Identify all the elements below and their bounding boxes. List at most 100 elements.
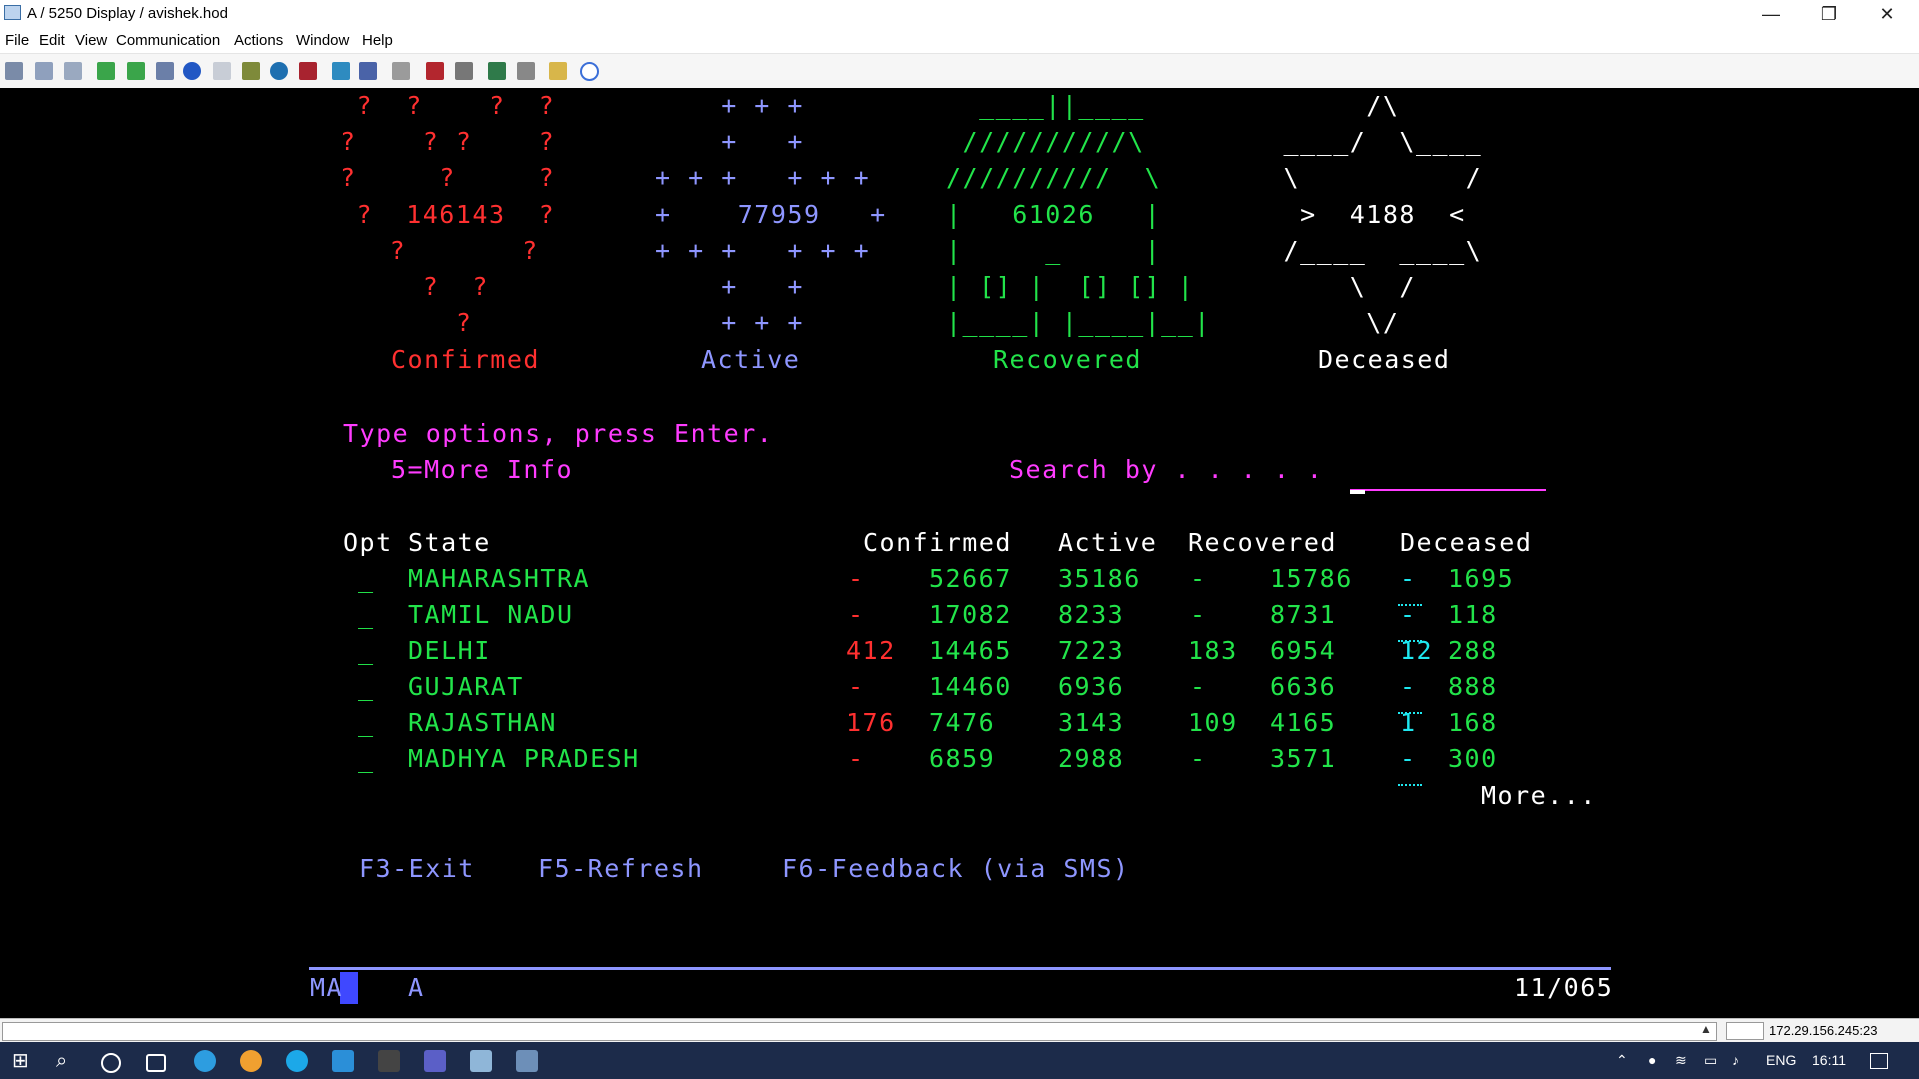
option-field[interactable]: _ [358,708,375,738]
menu-help[interactable]: Help [362,32,393,49]
record-icon[interactable] [299,62,317,80]
recovered-art-line: | _ | [946,236,1162,265]
f3-exit-key[interactable]: F3-Exit [359,854,475,884]
grid-icon[interactable] [359,62,377,80]
edge-icon[interactable] [194,1050,216,1072]
option-field[interactable]: _ [358,672,375,702]
notes-icon[interactable] [549,62,567,80]
deceased-label: Deceased [1318,345,1451,374]
paste-icon[interactable] [35,62,53,80]
notification-icon[interactable] [1870,1053,1888,1069]
print-icon[interactable] [426,62,444,80]
transfer-icon[interactable] [488,62,506,80]
battery-icon[interactable]: ▭ [1704,1052,1717,1069]
f6-feedback-key[interactable]: F6-Feedback (via SMS) [782,854,1130,884]
active-art-line: + + [655,127,804,156]
f5-refresh-key[interactable]: F5-Refresh [538,854,704,884]
option-field[interactable]: _ [358,600,375,630]
app-icon[interactable] [378,1050,400,1072]
confirmed-delta: - [848,672,865,701]
recovered-art-line: //////////\ [946,127,1145,156]
confirmed-value: 17082 [929,600,1012,629]
search-icon[interactable]: ⌕ [56,1050,78,1072]
volume-icon[interactable]: ♪ [1732,1052,1739,1068]
task-view-icon[interactable] [146,1054,166,1072]
minimize-button[interactable]: — [1742,0,1800,28]
package-icon[interactable] [242,62,260,80]
deceased-value: 118 [1448,600,1498,629]
option-field[interactable]: _ [358,744,375,774]
deceased-delta: - [1400,672,1417,701]
clock[interactable]: 16:11 [1812,1052,1846,1068]
menu-edit[interactable]: Edit [39,32,65,49]
tray-chevron-icon[interactable]: ⌃ [1616,1052,1628,1069]
field-underline [1398,632,1422,642]
header-deceased: Deceased [1400,528,1533,557]
terminal-app-icon[interactable] [516,1050,538,1072]
teams-icon[interactable] [424,1050,446,1072]
search-input[interactable] [1350,489,1546,491]
active-value: 7223 [1058,636,1125,665]
recovered-value: 3571 [1270,744,1337,773]
tools-icon[interactable] [392,62,410,80]
option-hint: 5=More Info [391,455,574,484]
recovered-art-line: |____| |____|__| [946,308,1211,337]
header-active: Active [1058,528,1158,557]
printer-icon[interactable] [455,62,473,80]
wifi-icon[interactable]: ≋ [1675,1052,1687,1069]
compass-icon[interactable] [183,62,201,80]
confirmed-art-line: ? ? [340,236,539,265]
deceased-value: 888 [1448,672,1498,701]
microphone-icon[interactable]: ● [1648,1052,1656,1068]
terminal-screen[interactable]: ? ? ? ? ? ? ? ? ? ? ? ? 146143 ? ? ? ? ?… [0,88,1919,1018]
page-icon[interactable] [213,62,231,80]
deceased-value: 300 [1448,744,1498,773]
cortana-icon[interactable] [101,1053,121,1073]
upload-icon[interactable] [97,62,115,80]
restore-button[interactable]: ❐ [1800,0,1858,28]
download-icon[interactable] [127,62,145,80]
macro-icon[interactable] [270,62,288,80]
recovered-delta: 109 [1188,708,1238,737]
header-opt: Opt [343,528,393,557]
toolbar [0,54,1919,89]
host-address: 172.29.156.245:23 [1769,1023,1878,1038]
option-field[interactable]: _ [358,564,375,594]
language-indicator[interactable]: ENG [1766,1052,1796,1068]
scroll-up-icon[interactable]: ▲ [1700,1022,1712,1036]
keys-icon[interactable] [517,62,535,80]
recovered-value: 4165 [1270,708,1337,737]
header-confirmed: Confirmed [863,528,1012,557]
confirmed-delta: - [848,744,865,773]
menu-communication[interactable]: Communication [116,32,220,49]
help-icon[interactable] [580,62,599,81]
menu-actions[interactable]: Actions [234,32,283,49]
instructions-text: Type options, press Enter. [343,419,774,448]
save-icon[interactable] [156,62,174,80]
deceased-art-line: \ / [1267,163,1483,192]
field-underline [1398,704,1422,714]
deceased-art-line: \ / [1267,272,1416,301]
windows-start-icon[interactable]: ⊞ [12,1050,34,1072]
menu-file[interactable]: File [5,32,29,49]
recovered-value: 6954 [1270,636,1337,665]
oia-left: MA [310,973,344,1002]
deceased-art-line: /____ ____\ [1267,236,1483,265]
vscode-icon[interactable] [332,1050,354,1072]
close-button[interactable]: ✕ [1858,0,1916,28]
menu-view[interactable]: View [75,32,107,49]
clipboard-icon[interactable] [64,62,82,80]
state-name: MAHARASHTRA [408,564,591,593]
deceased-value: 288 [1448,636,1498,665]
copy-icon[interactable] [5,62,23,80]
deceased-delta: - [1400,744,1417,773]
recovered-delta: - [1190,672,1207,701]
screen-icon[interactable] [332,62,350,80]
menu-window[interactable]: Window [296,32,349,49]
option-field[interactable]: _ [358,636,375,666]
folder-icon[interactable] [470,1050,492,1072]
recovered-delta: - [1190,744,1207,773]
recovered-art-line: ____||____ [946,91,1145,120]
skype-icon[interactable] [286,1050,308,1072]
todo-icon[interactable] [240,1050,262,1072]
